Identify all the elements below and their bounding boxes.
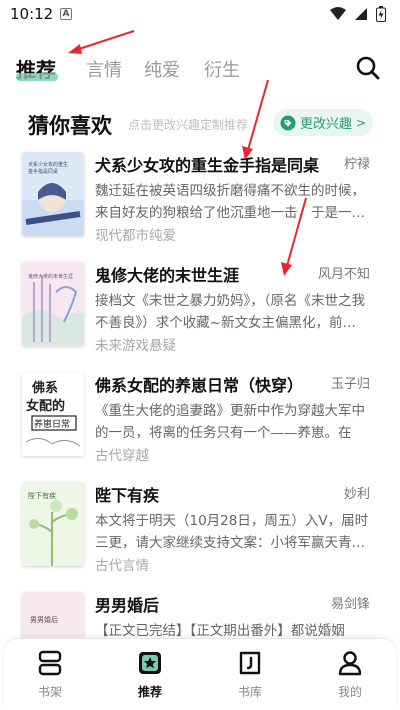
bookshelf-icon	[38, 650, 62, 676]
chevron-right-icon: >	[356, 115, 367, 130]
book-author: 柠禄	[343, 157, 370, 172]
svg-text:鬼修大佬的末世生涯: 鬼修大佬的末世生涯	[28, 273, 73, 280]
section-title: 猜你喜欢	[28, 114, 112, 138]
svg-text:金手指是同桌: 金手指是同桌	[28, 168, 58, 175]
book-cover[interactable]: 佛系 女配的 养崽日常	[22, 372, 84, 456]
nav-library[interactable]: 书库	[220, 649, 280, 700]
profile-icon	[338, 651, 362, 676]
status-time: 10:12	[10, 5, 54, 23]
nav-bookshelf[interactable]: 书架	[20, 649, 80, 700]
book-cover[interactable]: 鬼修大佬的末世生涯	[22, 262, 84, 346]
nav-label: 推荐	[137, 685, 162, 699]
search-icon[interactable]	[354, 54, 382, 82]
nav-label: 书库	[237, 685, 262, 699]
book-description: 魏迁延在被英语四级折磨得痛不欲生的时候，来自好友的狗粮给了他沉重地一击，于是一…	[95, 183, 365, 221]
svg-text:女配的: 女配的	[26, 398, 65, 414]
recommend-icon	[139, 652, 161, 674]
notification-a-icon: A	[60, 8, 72, 20]
book-item[interactable]: 佛系 女配的 养崽日常 佛系女配的养崽日常（快穿） 玉子归 《重生大佬的追妻路》…	[0, 372, 400, 482]
tab-romance[interactable]: 言情	[86, 56, 122, 82]
book-description: 《重生大佬的追妻路》更新中作为穿越大军中的一员，将离的任务只有一个——养崽。在每…	[95, 403, 365, 441]
book-tag: 现代都市纯爱	[95, 228, 176, 244]
active-tab-indicator	[16, 73, 58, 81]
book-title[interactable]: 陛下有疾	[95, 482, 159, 506]
book-title[interactable]: 男男婚后	[95, 592, 159, 616]
change-interest-button[interactable]: 更改兴趣 >	[273, 109, 373, 136]
book-title[interactable]: 佛系女配的养崽日常（快穿）	[95, 372, 303, 396]
change-interest-label: 更改兴趣	[300, 117, 353, 132]
book-cover[interactable]: 陛下有疾	[22, 482, 84, 566]
library-icon	[239, 651, 261, 675]
book-cover[interactable]: 犬系少女攻的重生 金手指是同桌	[22, 152, 84, 236]
book-description: 本文将于明天（10月28日，周五）入V，届时三更，请大家继续支持文案：小将军赢天…	[95, 513, 369, 551]
book-author: 风月不知	[317, 267, 370, 282]
book-item[interactable]: 犬系少女攻的重生 金手指是同桌 犬系少女攻的重生金手指是同桌 柠禄 魏迁延在被英…	[0, 152, 400, 262]
tab-bl[interactable]: 纯爱	[144, 56, 180, 82]
book-author: 易剑锋	[330, 597, 370, 612]
wifi-icon	[330, 7, 346, 20]
nav-label: 书架	[37, 685, 62, 699]
book-author: 妙利	[343, 487, 370, 502]
signal-icon	[355, 8, 367, 20]
svg-text:陛下有疾: 陛下有疾	[28, 491, 56, 500]
status-icons	[330, 6, 386, 22]
book-item[interactable]: 鬼修大佬的末世生涯 鬼修大佬的末世生涯 风月不知 接档文《末世之暴力奶妈》，（原…	[0, 262, 400, 372]
nav-recommend[interactable]: 推荐	[120, 649, 180, 700]
book-title[interactable]: 鬼修大佬的末世生涯	[95, 262, 239, 286]
svg-text:养崽日常: 养崽日常	[34, 418, 70, 430]
tab-derivative[interactable]: 衍生	[204, 56, 240, 82]
section-hint: 点击更改兴趣定制推荐	[128, 118, 249, 132]
book-item[interactable]: 陛下有疾 陛下有疾 妙利 本文将于明天（10月28日，周五）入V，届时三更，请大…	[0, 482, 400, 592]
svg-text:犬系少女攻的重生: 犬系少女攻的重生	[28, 161, 68, 168]
book-description: 接档文《末世之暴力奶妈》，（原名《末世之我不善良》）求个收藏~新文女主偏黑化，前…	[95, 293, 365, 331]
battery-icon	[376, 6, 386, 22]
book-tag: 古代穿越	[95, 448, 149, 464]
book-title[interactable]: 犬系少女攻的重生金手指是同桌	[95, 152, 319, 176]
bottom-navigation: 书架 推荐 书库 我的	[4, 638, 396, 710]
book-tag: 未来游戏悬疑	[95, 338, 176, 354]
svg-text:佛系: 佛系	[31, 380, 58, 396]
nav-profile[interactable]: 我的	[320, 649, 380, 700]
status-bar: 10:12 A	[0, 0, 400, 28]
top-tabs: 推荐 言情 纯爱 衍生	[0, 50, 400, 90]
svg-text:男男婚后: 男男婚后	[30, 615, 58, 624]
nav-label: 我的	[337, 685, 362, 699]
book-tag: 古代言情	[95, 558, 149, 574]
tag-icon	[280, 115, 296, 130]
book-author: 玉子归	[330, 377, 370, 392]
